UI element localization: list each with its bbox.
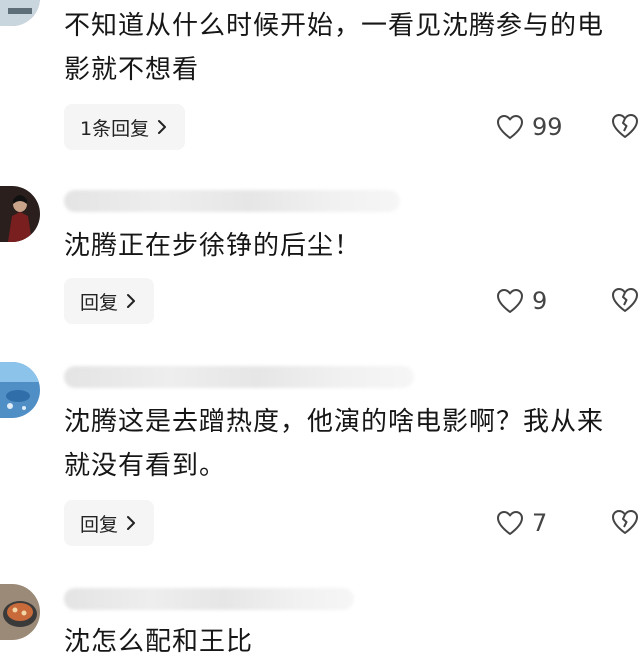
avatar[interactable] bbox=[0, 362, 40, 418]
dislike-button[interactable] bbox=[610, 508, 640, 536]
broken-heart-icon bbox=[610, 112, 640, 140]
chevron-right-icon bbox=[124, 515, 138, 531]
broken-heart-icon bbox=[610, 508, 640, 536]
reply-label: 回复 bbox=[80, 513, 119, 536]
comment-text: 沈腾正在步徐铮的后尘！ bbox=[64, 231, 362, 261]
like-count: 99 bbox=[532, 113, 563, 141]
dislike-button[interactable] bbox=[610, 286, 640, 314]
view-replies-button[interactable]: 1条回复 bbox=[64, 104, 186, 150]
reply-button[interactable]: 回复 bbox=[64, 500, 155, 546]
like-count: 9 bbox=[532, 287, 548, 315]
username[interactable] bbox=[64, 588, 354, 610]
reply-label: 1条回复 bbox=[80, 117, 150, 140]
reply-button[interactable]: 回复 bbox=[64, 278, 155, 324]
comment-text: 沈腾这是去蹭热度，他演的啥电影啊？我从来就没有看到。 bbox=[64, 407, 605, 481]
dislike-button[interactable] bbox=[610, 112, 640, 140]
chevron-right-icon bbox=[155, 119, 169, 135]
avatar[interactable] bbox=[0, 186, 40, 242]
reply-label: 回复 bbox=[80, 291, 119, 314]
like-button[interactable]: 7 bbox=[496, 508, 547, 538]
heart-outline-icon bbox=[496, 288, 524, 314]
comment-list: 不知道从什么时候开始，一看见沈腾参与的电影就不想看 1条回复 99 沈腾正在步徐… bbox=[0, 0, 640, 671]
comment-text: 不知道从什么时候开始，一看见沈腾参与的电影就不想看 bbox=[64, 11, 605, 85]
like-button[interactable]: 9 bbox=[496, 286, 547, 316]
heart-outline-icon bbox=[496, 510, 524, 536]
avatar[interactable] bbox=[0, 0, 40, 26]
chevron-right-icon bbox=[124, 293, 138, 309]
username[interactable] bbox=[64, 366, 414, 388]
like-button[interactable]: 99 bbox=[496, 112, 563, 142]
username[interactable] bbox=[64, 190, 400, 212]
comment-text: 沈怎么配和王比 bbox=[64, 627, 254, 657]
broken-heart-icon bbox=[610, 286, 640, 314]
like-count: 7 bbox=[532, 509, 548, 537]
avatar[interactable] bbox=[0, 584, 40, 640]
heart-outline-icon bbox=[496, 114, 524, 140]
